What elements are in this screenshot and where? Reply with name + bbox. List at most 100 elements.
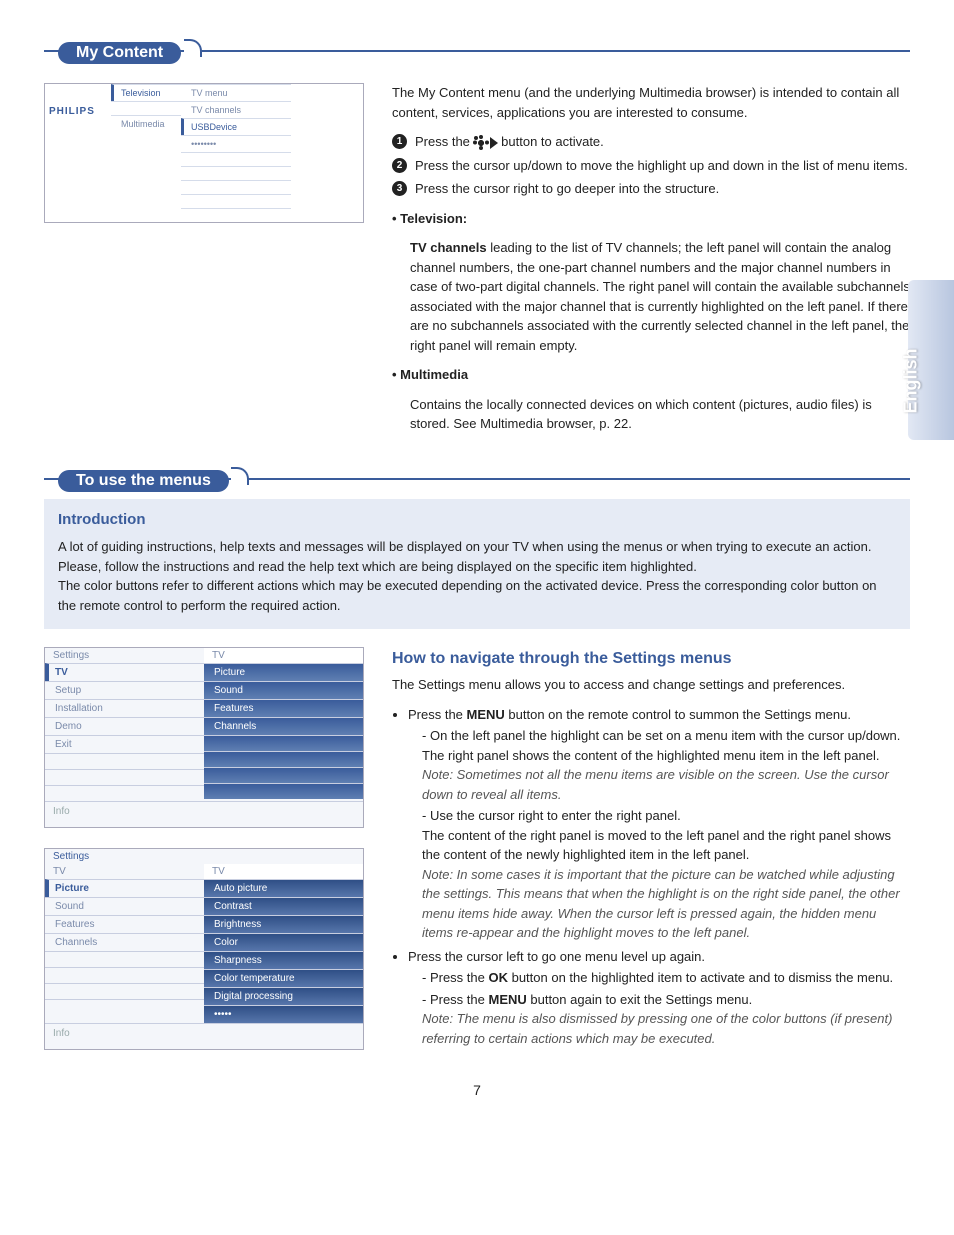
t: Press the (430, 992, 489, 1007)
note-text: Note: Sometimes not all the menu items a… (422, 767, 889, 802)
mock1-left-item: Installation (45, 699, 204, 717)
mock2-top-label: Settings (45, 849, 363, 864)
step-number-icon: 3 (392, 181, 407, 196)
mock-blank (45, 951, 204, 967)
mock2-right-item: ••••• (204, 1005, 363, 1023)
mock-item: TV menu (181, 84, 291, 101)
step-1-text-b: button to activate. (501, 134, 604, 149)
section-title-to-use: To use the menus (58, 470, 229, 492)
mock-blank (181, 152, 291, 166)
mock-blank (204, 767, 363, 783)
mock2-right-item: Color (204, 933, 363, 951)
television-heading: • Television: (392, 209, 910, 229)
mock2-right-item: Auto picture (204, 879, 363, 897)
t: button on the remote control to summon t… (505, 707, 851, 722)
mock-blank (204, 735, 363, 751)
page-number: 7 (44, 1082, 910, 1098)
mock2-right-item: Contrast (204, 897, 363, 915)
television-body-lead: TV channels (410, 240, 487, 255)
mock-blank (181, 166, 291, 180)
mock2-right-item: Digital processing (204, 987, 363, 1005)
multimedia-body: Contains the locally connected devices o… (410, 395, 910, 434)
howto-b2: Press the cursor left to go one menu lev… (408, 947, 910, 1049)
t: On the left panel the highlight can be s… (430, 728, 900, 743)
mock1-left-item: Setup (45, 681, 204, 699)
note-text: Note: In some cases it is important that… (422, 867, 900, 941)
howto-b1: Press the MENU button on the remote cont… (408, 705, 910, 943)
mock1-left-item: TV (45, 663, 204, 681)
step-1: 1 Press the button to activate. (392, 132, 910, 152)
mock1-left-header: Settings (45, 648, 204, 663)
mock2-right-item: Sharpness (204, 951, 363, 969)
browse-icon (474, 136, 498, 150)
my-content-menu-mock: PHILIPS Television Multimedia TV menu TV… (44, 83, 364, 223)
step-2: 2 Press the cursor up/down to move the h… (392, 156, 910, 176)
mock-blank (181, 194, 291, 208)
mock-blank (181, 180, 291, 194)
mock1-left-item: Demo (45, 717, 204, 735)
mock2-left-item: Channels (45, 933, 204, 951)
howto-b1-s2: - Use the cursor right to enter the righ… (422, 806, 910, 943)
mock-blank (45, 769, 204, 785)
multimedia-heading: • Multimedia (392, 365, 910, 385)
my-content-intro: The My Content menu (and the underlying … (392, 83, 910, 122)
t: OK (488, 970, 508, 985)
language-tab: English (908, 280, 954, 440)
mock2-info: Info (45, 1023, 363, 1049)
mock1-right-item: Features (204, 699, 363, 717)
howto-b2-s1: - Press the OK button on the highlighted… (422, 968, 910, 988)
mock-item: TV channels (181, 101, 291, 118)
settings-mock-2: Settings TV Picture Sound Features Chann… (44, 848, 364, 1050)
mock1-right-item: Sound (204, 681, 363, 699)
section-title-my-content: My Content (58, 42, 181, 64)
step-number-icon: 1 (392, 134, 407, 149)
mock2-left-header: TV (45, 864, 204, 879)
step-1-text-a: Press the (415, 134, 474, 149)
step-3-text: Press the cursor right to go deeper into… (415, 179, 719, 199)
mock2-left-item: Features (45, 915, 204, 933)
introduction-body-2: The color buttons refer to different act… (58, 576, 896, 615)
mock1-right-header: TV (204, 648, 363, 663)
introduction-box: Introduction A lot of guiding instructio… (44, 499, 910, 630)
step-3: 3 Press the cursor right to go deeper in… (392, 179, 910, 199)
television-body: TV channels leading to the list of TV ch… (410, 238, 910, 355)
introduction-title: Introduction (58, 509, 896, 532)
t: button again to exit the Settings menu. (527, 992, 752, 1007)
mock-blank (45, 999, 204, 1015)
mock-blank (45, 967, 204, 983)
t: MENU (488, 992, 526, 1007)
mock2-left-item: Picture (45, 879, 204, 897)
mock-item: •••••••• (181, 135, 291, 152)
mock-item: Multimedia (111, 115, 181, 132)
note-text: Note: The menu is also dismissed by pres… (422, 1011, 892, 1046)
mock-item: Television (111, 84, 181, 101)
howto-b1-s1: - On the left panel the highlight can be… (422, 726, 910, 804)
mock2-right-item: Brightness (204, 915, 363, 933)
mock2-right-header: TV (204, 864, 363, 879)
pill-decoration (231, 467, 249, 485)
t: MENU (467, 707, 505, 722)
mock2-right-item: Color temperature (204, 969, 363, 987)
pill-decoration (184, 39, 202, 57)
t: Press the (408, 707, 467, 722)
t: Use the cursor right to enter the right … (430, 808, 681, 823)
mock-blank (111, 101, 181, 115)
mock1-right-item: Picture (204, 663, 363, 681)
mock-blank (181, 208, 291, 222)
howto-b2-s2: - Press the MENU button again to exit th… (422, 990, 910, 1049)
t: Press the cursor left to go one menu lev… (408, 949, 705, 964)
settings-mock-1: Settings TV Setup Installation Demo Exit… (44, 647, 364, 828)
step-number-icon: 2 (392, 158, 407, 173)
t: button on the highlighted item to activa… (508, 970, 893, 985)
mock-blank (45, 753, 204, 769)
mock1-right-item: Channels (204, 717, 363, 735)
mock-blank (45, 785, 204, 801)
brand-logo: PHILIPS (45, 84, 111, 222)
t: Press the (430, 970, 489, 985)
howto-title: How to navigate through the Settings men… (392, 647, 910, 671)
howto-lead: The Settings menu allows you to access a… (392, 675, 910, 695)
mock1-left-item: Exit (45, 735, 204, 753)
mock-blank (45, 983, 204, 999)
language-tab-label: English (901, 368, 922, 414)
t: The right panel shows the content of the… (422, 748, 879, 763)
